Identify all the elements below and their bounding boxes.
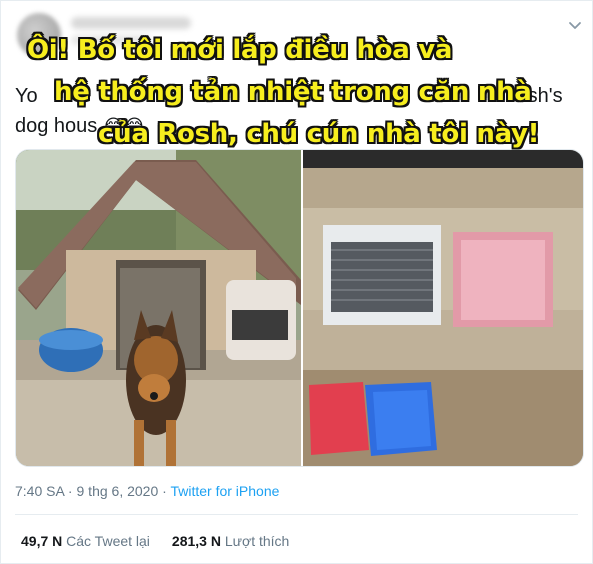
likes-label: Lượt thích (224, 533, 290, 549)
caption-line-2: hệ thống tản nhiệt trong căn nhà (54, 77, 532, 107)
photo-dog-house[interactable] (16, 150, 301, 466)
client-link[interactable]: Twitter for iPhone (170, 483, 279, 499)
tweet-metadata: 7:40 SA · 9 thg 6, 2020 · Twitter for iP… (15, 483, 279, 499)
meta-separator-2: · (158, 483, 171, 499)
photo-air-conditioner[interactable] (303, 150, 584, 466)
display-name-blurred (71, 17, 191, 29)
likes-stat[interactable]: 281,3 N Lượt thích (172, 533, 289, 549)
engagement-stats: 49,7 N Các Tweet lại 281,3 N Lượt thích (21, 533, 289, 549)
media-grid (15, 149, 584, 467)
tweet-date[interactable]: 9 thg 6, 2020 (77, 483, 159, 499)
divider (15, 514, 578, 515)
retweets-count: 49,7 N (21, 533, 63, 549)
meme-caption-overlay: Ôi! Bố tôi mới lắp điều hòa và hệ thống … (27, 29, 587, 155)
likes-count: 281,3 N (171, 533, 221, 549)
meta-separator-1: · (64, 483, 77, 499)
caption-line-1: Ôi! Bố tôi mới lắp điều hòa và (27, 35, 453, 65)
retweets-stat[interactable]: 49,7 N Các Tweet lại (21, 533, 150, 549)
retweets-label: Các Tweet lại (66, 533, 150, 549)
tweet-time[interactable]: 7:40 SA (15, 483, 64, 499)
tweet-card: Yo sh's dog hous 😂😂 Ôi! Bố tôi mới lắp đ… (0, 0, 593, 564)
caption-line-3: của Rosh, chú cún nhà tôi này! (98, 119, 540, 149)
